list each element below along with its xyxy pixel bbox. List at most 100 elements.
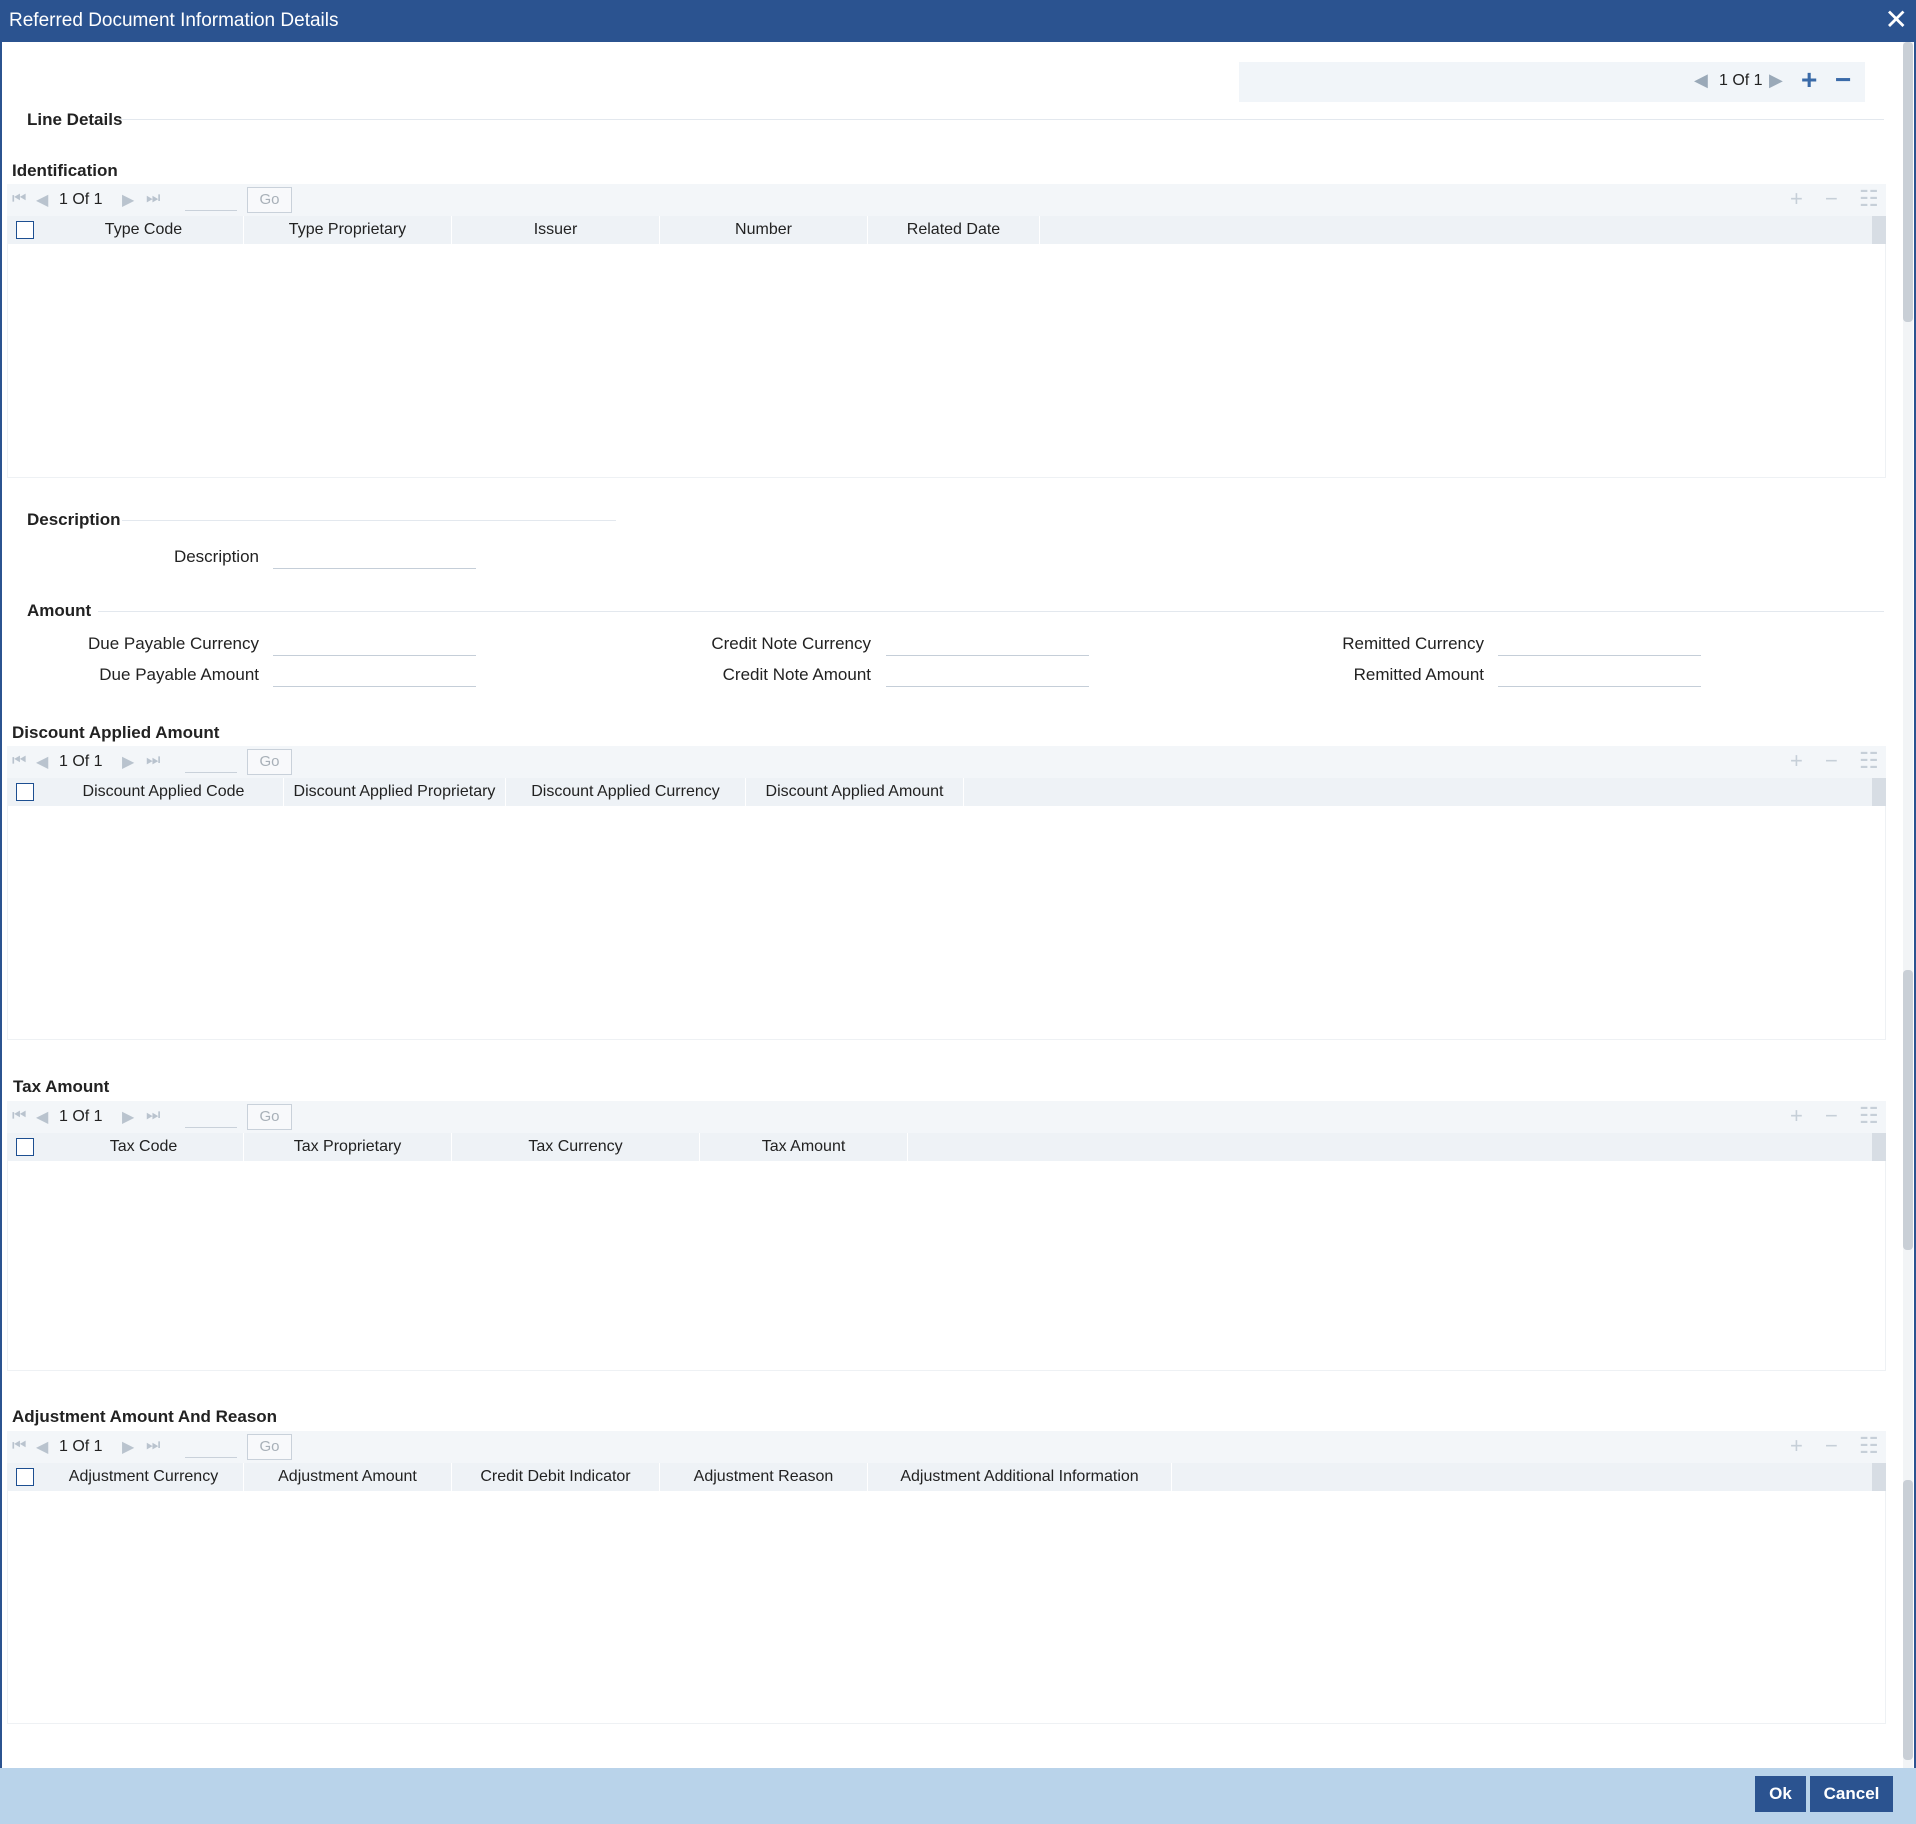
description-field[interactable]: [273, 541, 476, 569]
last-page-icon[interactable]: ⏭: [146, 752, 160, 770]
next-page-icon[interactable]: ▶: [122, 752, 134, 772]
window-scrollbar-thumb[interactable]: [1903, 1480, 1913, 1760]
add-row-icon[interactable]: +: [1790, 186, 1803, 212]
column-header[interactable]: Adjustment Amount: [244, 1463, 452, 1491]
due-payable-amount-field[interactable]: [273, 659, 476, 687]
go-button[interactable]: Go: [247, 1104, 292, 1130]
column-header[interactable]: Tax Amount: [700, 1133, 908, 1161]
column-header[interactable]: Adjustment Currency: [44, 1463, 244, 1491]
grid-scrollbar[interactable]: [1872, 778, 1886, 806]
page-indicator: 1 Of 1: [59, 191, 103, 208]
title-bar: Referred Document Information Details ✕: [0, 0, 1916, 42]
next-page-icon[interactable]: ▶: [122, 1437, 134, 1457]
column-header[interactable]: Adjustment Additional Information: [868, 1463, 1172, 1491]
identification-grid-toolbar: ⏮ ◀ 1 Of 1 ▶ ⏭ Go + − ☷: [7, 184, 1886, 216]
column-header[interactable]: Number: [660, 216, 868, 244]
amount-title: Amount: [27, 601, 92, 620]
column-header[interactable]: Issuer: [452, 216, 660, 244]
go-button[interactable]: Go: [247, 187, 292, 213]
grid-scrollbar[interactable]: [1872, 216, 1886, 244]
delete-row-icon[interactable]: −: [1825, 186, 1838, 212]
prev-page-icon[interactable]: ◀: [36, 1107, 48, 1127]
identification-title: Identification: [12, 161, 118, 180]
page-number-input[interactable]: [185, 1106, 237, 1128]
last-page-icon[interactable]: ⏭: [146, 1107, 160, 1125]
remitted-amount-field[interactable]: [1498, 659, 1701, 687]
cancel-button[interactable]: Cancel: [1810, 1776, 1893, 1812]
credit-note-amount-field[interactable]: [886, 659, 1089, 687]
go-button[interactable]: Go: [247, 1434, 292, 1460]
column-header[interactable]: Discount Applied Amount: [746, 778, 964, 806]
prev-page-icon[interactable]: ◀: [36, 190, 48, 210]
column-header[interactable]: Tax Proprietary: [244, 1133, 452, 1161]
divider: [120, 119, 1884, 120]
due-payable-currency-label: Due Payable Currency: [87, 634, 259, 653]
prev-record-icon[interactable]: ◀: [1694, 70, 1708, 91]
tax-grid: ⏮ ◀ 1 Of 1 ▶ ⏭ Go + − ☷ Tax Code Tax Pro…: [7, 1101, 1886, 1371]
add-row-icon[interactable]: +: [1790, 1433, 1803, 1459]
identification-grid: ⏮ ◀ 1 Of 1 ▶ ⏭ Go + − ☷ Type Code Type P…: [7, 184, 1886, 478]
due-payable-currency-field[interactable]: [273, 628, 476, 656]
column-header[interactable]: Adjustment Reason: [660, 1463, 868, 1491]
columns-menu-icon[interactable]: ☷: [1859, 748, 1879, 774]
column-header[interactable]: Discount Applied Code: [44, 778, 284, 806]
first-page-icon[interactable]: ⏮: [12, 190, 26, 208]
prev-page-icon[interactable]: ◀: [36, 752, 48, 772]
delete-row-icon[interactable]: −: [1825, 1103, 1838, 1129]
delete-row-icon[interactable]: −: [1825, 1433, 1838, 1459]
last-page-icon[interactable]: ⏭: [146, 1437, 160, 1455]
grid-scrollbar[interactable]: [1872, 1463, 1886, 1491]
due-payable-amount-label: Due Payable Amount: [99, 665, 259, 684]
columns-menu-icon[interactable]: ☷: [1859, 186, 1879, 212]
adjustment-grid: ⏮ ◀ 1 Of 1 ▶ ⏭ Go + − ☷ Adjustment Curre…: [7, 1431, 1886, 1724]
column-header[interactable]: Type Code: [44, 216, 244, 244]
grid-scrollbar[interactable]: [1872, 1133, 1886, 1161]
select-all-checkbox[interactable]: [16, 1138, 34, 1156]
add-row-icon[interactable]: +: [1790, 748, 1803, 774]
remitted-currency-field[interactable]: [1498, 628, 1701, 656]
record-page-text: 1 Of 1: [1719, 72, 1763, 89]
column-header[interactable]: Discount Applied Proprietary: [284, 778, 506, 806]
description-label: Description: [173, 547, 259, 566]
select-all-checkbox[interactable]: [16, 221, 34, 239]
next-page-icon[interactable]: ▶: [122, 1107, 134, 1127]
add-record-icon[interactable]: +: [1801, 64, 1817, 96]
remove-record-icon[interactable]: −: [1835, 64, 1851, 96]
columns-menu-icon[interactable]: ☷: [1859, 1103, 1879, 1129]
column-header[interactable]: Discount Applied Currency: [506, 778, 746, 806]
ok-button[interactable]: Ok: [1755, 1776, 1806, 1812]
column-header[interactable]: Credit Debit Indicator: [452, 1463, 660, 1491]
column-header[interactable]: Related Date: [868, 216, 1040, 244]
delete-row-icon[interactable]: −: [1825, 748, 1838, 774]
next-page-icon[interactable]: ▶: [122, 190, 134, 210]
first-page-icon[interactable]: ⏮: [12, 1437, 26, 1455]
discount-grid: ⏮ ◀ 1 Of 1 ▶ ⏭ Go + − ☷ Discount Applied…: [7, 746, 1886, 1040]
column-header[interactable]: Type Proprietary: [244, 216, 452, 244]
add-row-icon[interactable]: +: [1790, 1103, 1803, 1129]
column-header[interactable]: Tax Code: [44, 1133, 244, 1161]
select-all-checkbox[interactable]: [16, 1468, 34, 1486]
next-record-icon[interactable]: ▶: [1769, 70, 1783, 91]
identification-grid-body: [7, 244, 1886, 478]
credit-note-currency-field[interactable]: [886, 628, 1089, 656]
window-scrollbar-thumb[interactable]: [1903, 970, 1913, 1250]
identification-grid-header: Type Code Type Proprietary Issuer Number…: [7, 216, 1886, 244]
go-button[interactable]: Go: [247, 749, 292, 775]
page-number-input[interactable]: [185, 189, 237, 211]
credit-note-amount-label: Credit Note Amount: [722, 665, 871, 684]
remitted-currency-label: Remitted Currency: [1342, 634, 1484, 653]
page-number-input[interactable]: [185, 751, 237, 773]
last-page-icon[interactable]: ⏭: [146, 190, 160, 208]
close-icon[interactable]: ✕: [1885, 6, 1908, 34]
columns-menu-icon[interactable]: ☷: [1859, 1433, 1879, 1459]
column-header[interactable]: Tax Currency: [452, 1133, 700, 1161]
discount-grid-body: [7, 806, 1886, 1040]
page-indicator: 1 Of 1: [59, 1438, 103, 1455]
prev-page-icon[interactable]: ◀: [36, 1437, 48, 1457]
first-page-icon[interactable]: ⏮: [12, 1107, 26, 1125]
page-number-input[interactable]: [185, 1436, 237, 1458]
select-all-checkbox[interactable]: [16, 783, 34, 801]
window-scrollbar-thumb[interactable]: [1903, 42, 1913, 322]
first-page-icon[interactable]: ⏮: [12, 752, 26, 770]
adjustment-grid-toolbar: ⏮ ◀ 1 Of 1 ▶ ⏭ Go + − ☷: [7, 1431, 1886, 1463]
